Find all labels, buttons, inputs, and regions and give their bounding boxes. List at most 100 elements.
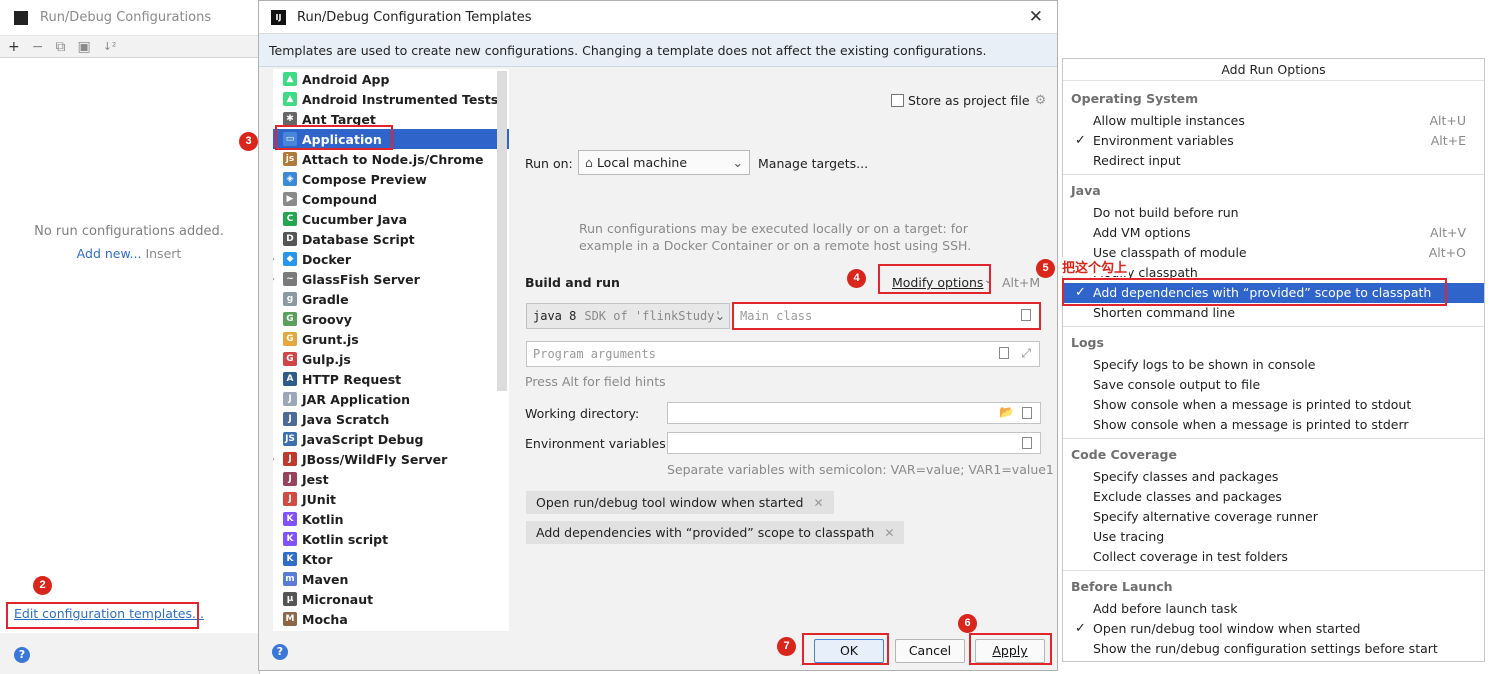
option-specify-alternative-coverage-runner[interactable]: Specify alternative coverage runner <box>1063 507 1484 527</box>
environment-variables-input[interactable] <box>667 432 1041 454</box>
tree-item-glassfish-server[interactable]: › ~ GlassFish Server <box>273 269 509 289</box>
tree-item-attach-to-node-js-chrome[interactable]: js Attach to Node.js/Chrome <box>273 149 509 169</box>
sort-icon[interactable]: ↓² <box>103 40 117 53</box>
tree-item-kotlin-script[interactable]: K Kotlin script <box>273 529 509 549</box>
mocha-icon: M <box>283 612 297 626</box>
option-do-not-build-before-run[interactable]: Do not build before run <box>1063 203 1484 223</box>
tree-item-jest[interactable]: J Jest <box>273 469 509 489</box>
tree-item-label: Docker <box>302 251 351 267</box>
option-shortcut: Alt+U <box>1429 113 1466 128</box>
cancel-button[interactable]: Cancel <box>895 639 965 663</box>
copy-icon[interactable]: ⧉ <box>55 39 65 55</box>
option-label: Environment variables <box>1093 133 1234 148</box>
option-show-console-when-a-message-is-printed-to-stderr[interactable]: Show console when a message is printed t… <box>1063 415 1484 435</box>
expand-arrow-icon[interactable]: › <box>273 274 275 285</box>
env-vars-hint: Separate variables with semicolon: VAR=v… <box>667 462 1054 477</box>
option-shortcut: Alt+O <box>1428 245 1466 260</box>
option-open-run-debug-tool-window-when-started[interactable]: ✓ Open run/debug tool window when started <box>1063 619 1484 639</box>
empty-state-text: No run configurations added. <box>34 224 224 239</box>
tree-item-docker[interactable]: › ◆ Docker <box>273 249 509 269</box>
option-specify-classes-and-packages[interactable]: Specify classes and packages <box>1063 467 1484 487</box>
option-specify-logs-to-be-shown-in-console[interactable]: Specify logs to be shown in console <box>1063 355 1484 375</box>
tree-item-cucumber-java[interactable]: C Cucumber Java <box>273 209 509 229</box>
tree-item-compose-preview[interactable]: ◈ Compose Preview <box>273 169 509 189</box>
document-icon[interactable] <box>999 347 1009 359</box>
option-allow-multiple-instances[interactable]: Allow multiple instances Alt+U <box>1063 111 1484 131</box>
tree-item-maven[interactable]: m Maven <box>273 569 509 589</box>
jdk-value: java 8 <box>533 309 577 323</box>
option-shorten-command-line[interactable]: Shorten command line <box>1063 303 1484 323</box>
tree-item-label: Kotlin script <box>302 531 389 547</box>
tree-item-http-request[interactable]: A HTTP Request <box>273 369 509 389</box>
junit-icon: J <box>283 492 297 506</box>
bg-window-title: Run/Debug Configurations <box>40 10 212 25</box>
tree-item-groovy[interactable]: G Groovy <box>273 309 509 329</box>
database-icon: D <box>283 232 297 246</box>
working-directory-input[interactable]: 📂 <box>667 402 1041 424</box>
tree-item-junit[interactable]: J JUnit <box>273 489 509 509</box>
section-heading-logs: Logs <box>1071 335 1104 350</box>
folder-icon[interactable]: ▣ <box>77 39 90 55</box>
android-test-icon: ▲ <box>283 92 297 106</box>
option-shortcut: Alt+V <box>1430 225 1466 240</box>
tree-item-jar-application[interactable]: J JAR Application <box>273 389 509 409</box>
env-vars-doc-icon[interactable] <box>1022 437 1032 449</box>
field-hints-text: Press Alt for field hints <box>525 374 666 389</box>
option-environment-variables[interactable]: ✓ Environment variables Alt+E <box>1063 131 1484 151</box>
tree-item-android-instrumented-tests[interactable]: ▲ Android Instrumented Tests <box>273 89 509 109</box>
expand-arrow-icon[interactable]: › <box>273 454 275 465</box>
tree-item-kotlin[interactable]: K Kotlin <box>273 509 509 529</box>
run-on-select[interactable]: ⌂ Local machine ⌄ <box>578 150 750 175</box>
expand-icon[interactable]: ⤢ <box>1021 346 1031 361</box>
program-arguments-input[interactable]: Program arguments ⤢ <box>526 341 1040 367</box>
help-icon[interactable]: ? <box>272 644 288 660</box>
popup-separator <box>1063 326 1484 327</box>
jdk-select[interactable]: java 8 SDK of 'flinkStudy' ⌄ <box>526 303 730 329</box>
gear-icon[interactable]: ⚙ <box>1035 93 1047 108</box>
option-collect-coverage-in-test-folders[interactable]: Collect coverage in test folders <box>1063 547 1484 567</box>
tree-item-label: Micronaut <box>302 591 374 607</box>
add-run-options-popup: Add Run Options Operating System Allow mu… <box>1062 58 1485 662</box>
tree-item-android-app[interactable]: ▲ Android App <box>273 69 509 89</box>
jdk-hint: SDK of 'flinkStudy' <box>584 309 722 323</box>
chevron-down-icon: ⌄ <box>732 155 743 170</box>
annotation-note: 把这个勾上 <box>1060 257 1130 276</box>
tree-item-java-scratch[interactable]: J Java Scratch <box>273 409 509 429</box>
option-show-console-when-a-message-is-printed-to-stdout[interactable]: Show console when a message is printed t… <box>1063 395 1484 415</box>
tree-item-micronaut[interactable]: μ Micronaut <box>273 589 509 609</box>
working-dir-doc-icon[interactable] <box>1022 407 1032 419</box>
tree-item-javascript-debug[interactable]: JS JavaScript Debug <box>273 429 509 449</box>
close-icon[interactable]: ✕ <box>1029 7 1043 27</box>
option-add-before-launch-task[interactable]: Add before launch task <box>1063 599 1484 619</box>
tree-item-grunt-js[interactable]: G Grunt.js <box>273 329 509 349</box>
tree-item-database-script[interactable]: D Database Script <box>273 229 509 249</box>
expand-arrow-icon[interactable]: › <box>273 254 275 265</box>
manage-targets-link[interactable]: Manage targets... <box>758 156 868 171</box>
option-use-tracing[interactable]: Use tracing <box>1063 527 1484 547</box>
tree-scrollbar[interactable] <box>497 71 507 391</box>
tree-item-gulp-js[interactable]: G Gulp.js <box>273 349 509 369</box>
help-icon[interactable]: ? <box>14 647 30 663</box>
remove-chip-icon[interactable]: ✕ <box>884 526 894 540</box>
store-as-project-checkbox[interactable] <box>891 94 904 107</box>
option-add-vm-options[interactable]: Add VM options Alt+V <box>1063 223 1484 243</box>
option-redirect-input[interactable]: Redirect input <box>1063 151 1484 171</box>
add-new-link[interactable]: Add new... <box>77 246 142 261</box>
tree-item-gradle[interactable]: g Gradle <box>273 289 509 309</box>
tree-item-ktor[interactable]: K Ktor <box>273 549 509 569</box>
tree-item-label: JUnit <box>302 491 336 507</box>
option-label: Use tracing <box>1093 529 1165 544</box>
option-label: Do not build before run <box>1093 205 1239 220</box>
tree-item-jboss-wildfly-server[interactable]: › J JBoss/WildFly Server <box>273 449 509 469</box>
tree-item-mocha[interactable]: M Mocha <box>273 609 509 629</box>
remove-icon[interactable]: − <box>32 39 44 55</box>
add-icon[interactable]: + <box>8 39 20 55</box>
insert-hint: Insert <box>145 246 182 261</box>
remove-chip-icon[interactable]: ✕ <box>813 496 823 510</box>
option-save-console-output-to-file[interactable]: Save console output to file <box>1063 375 1484 395</box>
tree-item-label: Grunt.js <box>302 331 359 347</box>
option-show-the-run-debug-configuration-settings-before-start[interactable]: Show the run/debug configuration setting… <box>1063 639 1484 659</box>
tree-item-compound[interactable]: ▶ Compound <box>273 189 509 209</box>
option-exclude-classes-and-packages[interactable]: Exclude classes and packages <box>1063 487 1484 507</box>
folder-open-icon[interactable]: 📂 <box>999 405 1014 419</box>
